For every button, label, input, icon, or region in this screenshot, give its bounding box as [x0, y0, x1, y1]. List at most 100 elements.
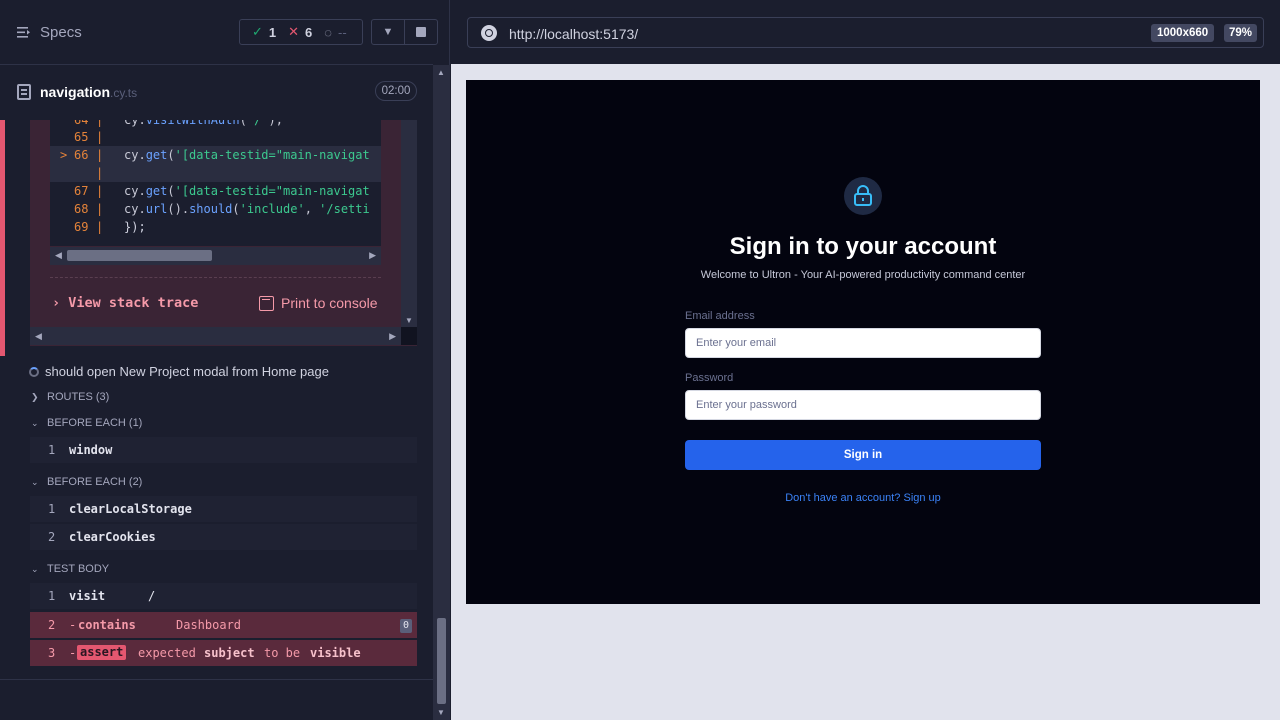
- command-arg: /: [148, 589, 156, 603]
- chevron-down-icon: ▼: [382, 26, 394, 38]
- arrow-down-icon[interactable]: ▼: [405, 316, 413, 325]
- passed-stat: ✓ 1: [252, 24, 276, 40]
- section-label: BEFORE EACH (2): [47, 476, 143, 488]
- command-row[interactable]: 1 visit /: [30, 583, 417, 609]
- command-row-failed[interactable]: 2 - contains Dashboard 0: [30, 612, 417, 638]
- spec-name: navigation: [40, 84, 111, 100]
- failed-count: 6: [305, 24, 313, 40]
- code-horizontal-scrollbar[interactable]: ◀ ▶: [50, 247, 381, 265]
- command-name: visit: [69, 589, 106, 603]
- code-frame: 64 | cy.visitWithAuth('/'); 65 | > 66 | cy.…: [50, 120, 381, 246]
- code-text: cy.get('[data-testid="main-navigat: [124, 148, 370, 162]
- assert-text: subject: [204, 646, 255, 660]
- print-console-label: Print to console: [281, 295, 378, 311]
- arrow-left-icon[interactable]: ◀: [35, 331, 42, 342]
- x-icon: ✕: [288, 24, 300, 39]
- browser-pane: http://localhost:5173/ 1000x660 79% Sign…: [451, 0, 1280, 720]
- test-title: should open New Project modal from Home …: [45, 364, 329, 379]
- arrow-right-icon[interactable]: ▶: [389, 331, 396, 342]
- spec-extension: .cy.ts: [110, 86, 138, 100]
- command-name: clearCookies: [69, 530, 156, 544]
- command-index: 1: [48, 443, 56, 457]
- command-name: contains: [78, 618, 136, 632]
- command-name: window: [69, 443, 113, 457]
- menu-icon[interactable]: [17, 26, 31, 39]
- view-stack-trace-button[interactable]: › View stack trace: [52, 295, 198, 311]
- sign-up-link[interactable]: Don't have an account? Sign up: [466, 492, 1260, 504]
- scrollbar-thumb[interactable]: [437, 618, 446, 704]
- current-line-marker: >: [60, 148, 68, 162]
- code-line: 68 | cy.url().should('include', '/setti: [74, 202, 370, 216]
- url-bar[interactable]: http://localhost:5173/ 1000x660 79%: [467, 17, 1264, 48]
- password-field[interactable]: [685, 390, 1041, 420]
- chevron-down-icon: ⌄: [31, 476, 39, 487]
- stop-icon: [416, 27, 426, 37]
- page-title: Sign in to your account: [729, 233, 997, 260]
- reporter-bottom-divider: [0, 679, 433, 680]
- command-name: clearLocalStorage: [69, 502, 192, 516]
- check-icon: ✓: [252, 24, 263, 39]
- email-field[interactable]: [685, 328, 1041, 358]
- failed-stat: ✕ 6: [288, 24, 312, 40]
- scrollbar-thumb[interactable]: [67, 250, 212, 261]
- sign-in-button[interactable]: Sign in: [685, 440, 1041, 470]
- assert-badge: assert: [77, 645, 127, 660]
- print-to-console-button[interactable]: Print to console: [259, 295, 378, 311]
- section-before-each-1[interactable]: ⌄ BEFORE EACH (1): [31, 417, 142, 429]
- command-row[interactable]: 2 clearCookies: [30, 524, 417, 550]
- lock-badge: [844, 177, 882, 215]
- section-label: TEST BODY: [47, 563, 110, 575]
- passed-count: 1: [268, 24, 277, 40]
- expand-button[interactable]: ▼: [371, 19, 405, 45]
- page-subtitle: Welcome to Ultron - Your AI-powered prod…: [700, 269, 1026, 281]
- browser-toolbar: http://localhost:5173/ 1000x660 79%: [451, 0, 1280, 64]
- specs-bar: Specs ✓ 1 ✕ 6 ◌ -- ▼: [0, 0, 438, 65]
- running-spinner-icon: [29, 366, 39, 377]
- command-row[interactable]: 1 window: [30, 437, 417, 463]
- line-number: 65: [74, 130, 89, 144]
- code-line: 65 |: [74, 130, 104, 144]
- specs-label[interactable]: Specs: [40, 24, 82, 41]
- code-line: 67 | cy.get('[data-testid="main-navigat: [74, 184, 370, 198]
- command-row[interactable]: 1 clearLocalStorage: [30, 496, 417, 522]
- viewport-size-badge[interactable]: 1000x660: [1151, 24, 1215, 42]
- section-label: BEFORE EACH (1): [47, 417, 143, 429]
- zoom-badge[interactable]: 79%: [1224, 24, 1258, 42]
- test-title-row[interactable]: should open New Project modal from Home …: [29, 364, 329, 379]
- error-horizontal-scrollbar[interactable]: ◀ ▶: [30, 327, 401, 345]
- arrow-down-icon[interactable]: ▼: [437, 708, 445, 717]
- arrow-left-icon[interactable]: ◀: [55, 250, 62, 261]
- error-vertical-scrollbar[interactable]: ▼: [401, 120, 417, 327]
- reporter-vertical-scrollbar[interactable]: ▲ ▼: [433, 65, 450, 720]
- command-index: 2: [48, 618, 56, 632]
- url-text[interactable]: http://localhost:5173/: [509, 26, 638, 42]
- globe-icon: [481, 25, 497, 41]
- child-marker: -: [69, 618, 77, 632]
- email-label: Email address: [685, 310, 755, 322]
- pending-stat: ◌ --: [324, 25, 346, 40]
- code-text: cy.url().should('include', '/setti: [124, 202, 370, 216]
- assert-text: to be: [264, 646, 301, 660]
- command-index: 1: [48, 589, 56, 603]
- section-before-each-2[interactable]: ⌄ BEFORE EACH (2): [31, 476, 142, 488]
- test-reporter: Specs ✓ 1 ✕ 6 ◌ -- ▼ navigation .cy.ts 02:0…: [0, 0, 450, 720]
- app-under-test: Sign in to your account Welcome to Ultro…: [466, 80, 1260, 604]
- divider: [50, 277, 381, 278]
- code-line-current: > 66 | cy.get('[data-testid="main-navigat: [50, 146, 381, 164]
- line-number: 69: [74, 220, 89, 234]
- stop-button[interactable]: [404, 19, 438, 45]
- chevron-down-icon: ⌄: [31, 417, 39, 428]
- command-arg: Dashboard: [176, 618, 242, 632]
- lock-icon: [854, 185, 872, 206]
- arrow-right-icon[interactable]: ▶: [369, 250, 376, 261]
- arrow-up-icon[interactable]: ▲: [437, 68, 445, 77]
- child-marker: -: [69, 646, 77, 660]
- command-row-failed[interactable]: 3 - assert expected subject to be visibl…: [30, 640, 417, 666]
- line-number: 66: [74, 148, 89, 162]
- command-index: 3: [48, 646, 56, 660]
- section-routes[interactable]: ❯ ROUTES (3): [31, 391, 109, 403]
- command-index: 2: [48, 530, 56, 544]
- password-label: Password: [685, 372, 734, 384]
- scroll-corner: [401, 327, 417, 345]
- section-test-body[interactable]: ⌄ TEST BODY: [31, 563, 109, 575]
